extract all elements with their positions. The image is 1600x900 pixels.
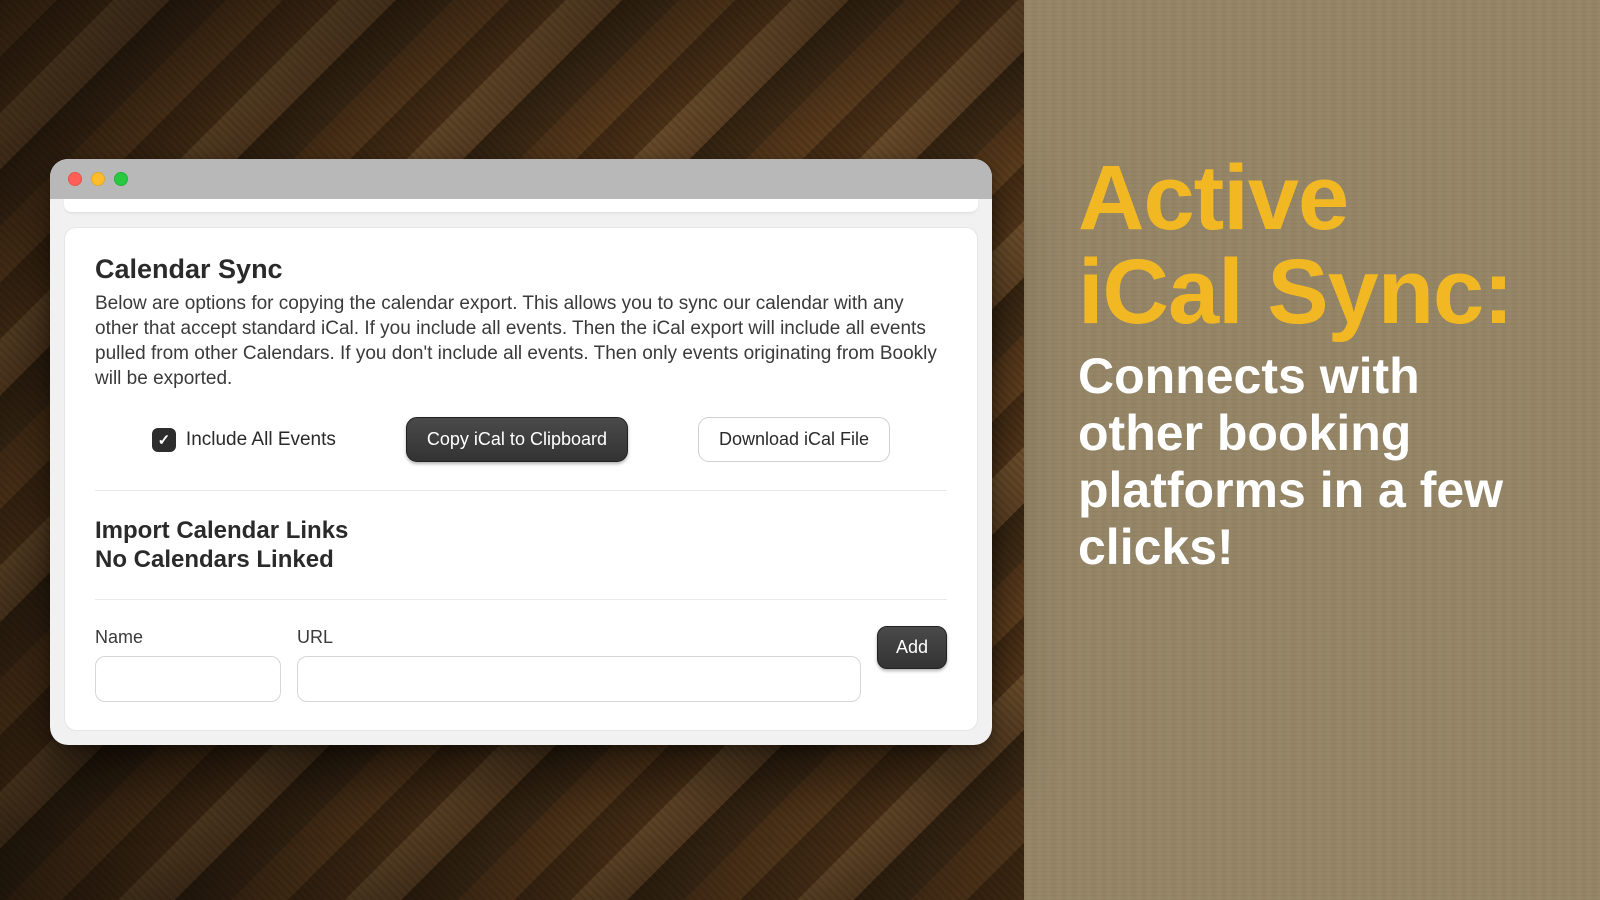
import-form-row: Name URL Add bbox=[95, 626, 947, 702]
name-input[interactable] bbox=[95, 656, 281, 702]
include-all-events-option[interactable]: ✓ Include All Events bbox=[152, 428, 336, 452]
import-empty-state: No Calendars Linked bbox=[95, 546, 947, 575]
promo-headline: Active iCal Sync: bbox=[1078, 152, 1552, 340]
copy-ical-button[interactable]: Copy iCal to Clipboard bbox=[406, 417, 628, 462]
name-field: Name bbox=[95, 627, 281, 702]
calendar-sync-card: Calendar Sync Below are options for copy… bbox=[64, 227, 978, 731]
calendar-sync-actions: ✓ Include All Events Copy iCal to Clipbo… bbox=[95, 417, 947, 491]
window-chrome-strip bbox=[64, 199, 978, 213]
calendar-sync-title: Calendar Sync bbox=[95, 254, 947, 285]
url-label: URL bbox=[297, 627, 861, 648]
promo-headline-line2: iCal Sync: bbox=[1078, 241, 1513, 343]
name-label: Name bbox=[95, 627, 281, 648]
import-header: Import Calendar Links No Calendars Linke… bbox=[95, 517, 947, 600]
minimize-icon[interactable] bbox=[91, 172, 105, 186]
download-ical-button[interactable]: Download iCal File bbox=[698, 417, 890, 462]
calendar-sync-description: Below are options for copying the calend… bbox=[95, 291, 947, 391]
import-title: Import Calendar Links bbox=[95, 517, 947, 546]
promo-panel: Active iCal Sync: Connects with other bo… bbox=[1024, 0, 1600, 900]
promo-headline-line1: Active bbox=[1078, 147, 1348, 249]
app-window: Calendar Sync Below are options for copy… bbox=[50, 159, 992, 745]
url-input[interactable] bbox=[297, 656, 861, 702]
add-button[interactable]: Add bbox=[877, 626, 947, 669]
url-field: URL bbox=[297, 627, 861, 702]
add-button-wrap: Add bbox=[877, 626, 947, 702]
include-all-events-label: Include All Events bbox=[186, 429, 336, 451]
maximize-icon[interactable] bbox=[114, 172, 128, 186]
window-titlebar bbox=[50, 159, 992, 199]
checkbox-checked-icon[interactable]: ✓ bbox=[152, 428, 176, 452]
promo-subline: Connects with other booking platforms in… bbox=[1078, 348, 1552, 576]
close-icon[interactable] bbox=[68, 172, 82, 186]
